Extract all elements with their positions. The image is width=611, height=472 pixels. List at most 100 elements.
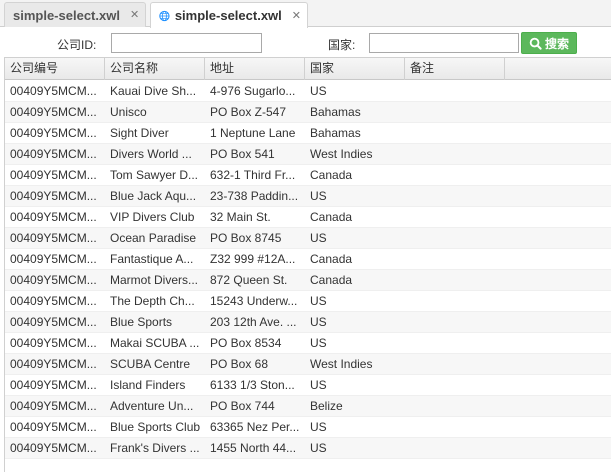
cell-country: Bahamas: [310, 126, 361, 140]
cell-company-no: 00409Y5MCM...: [10, 378, 97, 392]
cell-address: 4-976 Sugarlo...: [210, 84, 296, 98]
grid-header: 公司编号 公司名称 地址 国家 备注: [5, 58, 611, 80]
table-row[interactable]: 00409Y5MCM... Frank's Divers ... 1455 Nort…: [5, 438, 611, 459]
cell-country: US: [310, 378, 327, 392]
column-header-company-no[interactable]: 公司编号: [5, 58, 105, 80]
search-button-label: 搜索: [544, 36, 569, 51]
cell-company-name: Kauai Dive Sh...: [110, 84, 197, 98]
search-button[interactable]: 搜索: [521, 32, 577, 54]
data-grid: 公司编号 公司名称 地址 国家 备注 00409Y5MCM... Kauai Di…: [4, 57, 611, 472]
table-row[interactable]: 00409Y5MCM... Marmot Divers... 872 Queen S…: [5, 270, 611, 291]
grid-body: 00409Y5MCM... Kauai Dive Sh... 4-976 Sugar…: [5, 81, 611, 459]
cell-country: US: [310, 294, 327, 308]
app-window: simple-select.xwl ✕ simple-select.xwl ✕ …: [0, 0, 611, 472]
cell-company-no: 00409Y5MCM...: [10, 126, 97, 140]
table-row[interactable]: 00409Y5MCM... Adventure Un... PO Box 744 Be…: [5, 396, 611, 417]
cell-address: PO Box 68: [210, 357, 269, 371]
cell-company-no: 00409Y5MCM...: [10, 273, 97, 287]
cell-address: 32 Main St.: [210, 210, 271, 224]
cell-country: Bahamas: [310, 105, 361, 119]
column-header-remarks[interactable]: 备注: [405, 58, 505, 80]
cell-company-name: Marmot Divers...: [110, 273, 199, 287]
table-row[interactable]: 00409Y5MCM... Fantastique A... Z32 999 #12…: [5, 249, 611, 270]
cell-remarks: [405, 102, 504, 122]
cell-remarks: [405, 312, 504, 332]
table-row[interactable]: 00409Y5MCM... Blue Sports 203 12th Ave. ..…: [5, 312, 611, 333]
cell-company-no: 00409Y5MCM...: [10, 84, 97, 98]
cell-remarks: [405, 81, 504, 101]
cell-address: PO Box 8745: [210, 231, 282, 245]
cell-company-no: 00409Y5MCM...: [10, 294, 97, 308]
cell-company-name: Blue Sports Club: [110, 420, 201, 434]
table-row[interactable]: 00409Y5MCM... Divers World ... PO Box 541 W…: [5, 144, 611, 165]
cell-remarks: [405, 396, 504, 416]
column-header-address[interactable]: 地址: [205, 58, 305, 80]
close-icon[interactable]: ✕: [130, 10, 139, 21]
cell-country: Canada: [310, 252, 353, 266]
column-header-company-name[interactable]: 公司名称: [105, 58, 205, 80]
cell-address: 872 Queen St.: [210, 273, 288, 287]
cell-company-no: 00409Y5MCM...: [10, 189, 97, 203]
table-row[interactable]: 00409Y5MCM... Makai SCUBA ... PO Box 8534 U…: [5, 333, 611, 354]
table-row[interactable]: 00409Y5MCM... VIP Divers Club 32 Main St. C…: [5, 207, 611, 228]
cell-remarks: [405, 270, 504, 290]
cell-company-no: 00409Y5MCM...: [10, 168, 97, 182]
cell-company-name: Tom Sawyer D...: [110, 168, 199, 182]
table-row[interactable]: 00409Y5MCM... Blue Sports Club 63365 Nez P…: [5, 417, 611, 438]
company-id-label: 公司ID:: [57, 38, 97, 52]
cell-country: Canada: [310, 168, 353, 182]
table-row[interactable]: 00409Y5MCM... Ocean Paradise PO Box 8745 US: [5, 228, 611, 249]
cell-address: Z32 999 #12A...: [210, 252, 296, 266]
cell-address: 632-1 Third Fr...: [210, 168, 296, 182]
cell-address: PO Box 744: [210, 399, 275, 413]
cell-remarks: [405, 123, 504, 143]
cell-company-no: 00409Y5MCM...: [10, 441, 97, 455]
cell-company-no: 00409Y5MCM...: [10, 105, 97, 119]
cell-company-name: Unisco: [110, 105, 147, 119]
cell-company-name: Island Finders: [110, 378, 186, 392]
cell-company-no: 00409Y5MCM...: [10, 420, 97, 434]
tab-simple-select-2[interactable]: simple-select.xwl ✕: [150, 2, 308, 28]
cell-company-name: VIP Divers Club: [110, 210, 195, 224]
globe-icon: [159, 10, 170, 21]
cell-address: 63365 Nez Per...: [210, 420, 300, 434]
cell-company-name: Ocean Paradise: [110, 231, 197, 245]
cell-country: US: [310, 84, 327, 98]
country-input[interactable]: [369, 33, 519, 53]
cell-address: PO Box 541: [210, 147, 275, 161]
close-icon[interactable]: ✕: [292, 10, 301, 21]
cell-address: 6133 1/3 Ston...: [210, 378, 295, 392]
search-toolbar: 公司ID: 国家: 搜索: [0, 28, 611, 56]
cell-company-no: 00409Y5MCM...: [10, 357, 97, 371]
table-row[interactable]: 00409Y5MCM... Sight Diver 1 Neptune Lane Ba…: [5, 123, 611, 144]
table-row[interactable]: 00409Y5MCM... Tom Sawyer D... 632-1 Third …: [5, 165, 611, 186]
cell-company-no: 00409Y5MCM...: [10, 231, 97, 245]
cell-address: 23-738 Paddin...: [210, 189, 299, 203]
tab-bar: simple-select.xwl ✕ simple-select.xwl ✕: [0, 0, 611, 28]
cell-remarks: [405, 375, 504, 395]
cell-company-name: SCUBA Centre: [110, 357, 191, 371]
table-row[interactable]: 00409Y5MCM... Island Finders 6133 1/3 Ston…: [5, 375, 611, 396]
cell-remarks: [405, 165, 504, 185]
table-row[interactable]: 00409Y5MCM... Kauai Dive Sh... 4-976 Sugar…: [5, 81, 611, 102]
column-header-country[interactable]: 国家: [305, 58, 405, 80]
tab-simple-select-1[interactable]: simple-select.xwl ✕: [4, 2, 146, 27]
cell-country: West Indies: [310, 357, 373, 371]
cell-address: 1 Neptune Lane: [210, 126, 296, 140]
cell-company-name: Makai SCUBA ...: [110, 336, 200, 350]
company-id-input[interactable]: [111, 33, 262, 53]
cell-company-name: The Depth Ch...: [110, 294, 195, 308]
cell-remarks: [405, 438, 504, 458]
table-row[interactable]: 00409Y5MCM... The Depth Ch... 15243 Underw…: [5, 291, 611, 312]
cell-remarks: [405, 186, 504, 206]
cell-remarks: [405, 207, 504, 227]
country-label: 国家:: [328, 38, 356, 52]
cell-company-name: Adventure Un...: [110, 399, 194, 413]
cell-remarks: [405, 333, 504, 353]
cell-company-name: Frank's Divers ...: [110, 441, 200, 455]
cell-remarks: [405, 417, 504, 437]
table-row[interactable]: 00409Y5MCM... SCUBA Centre PO Box 68 West I…: [5, 354, 611, 375]
table-row[interactable]: 00409Y5MCM... Unisco PO Box Z-547 Bahamas: [5, 102, 611, 123]
cell-country: US: [310, 336, 327, 350]
table-row[interactable]: 00409Y5MCM... Blue Jack Aqu... 23-738 Padd…: [5, 186, 611, 207]
